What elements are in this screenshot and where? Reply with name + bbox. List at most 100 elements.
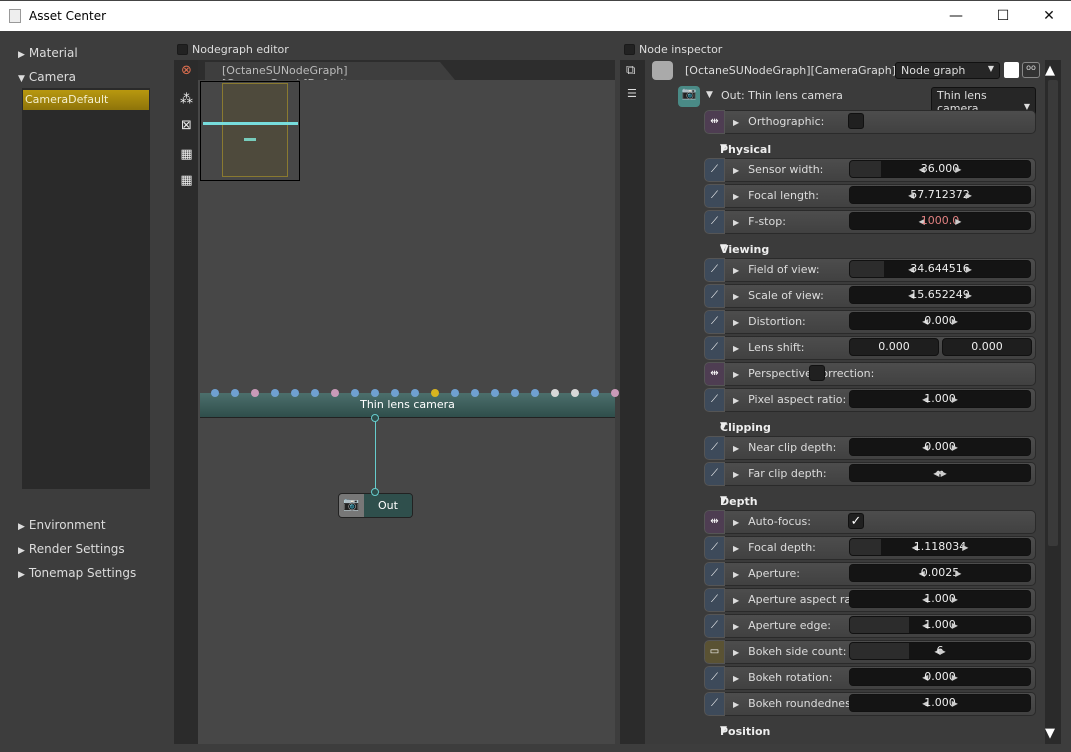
expand-arrow-icon[interactable]: ▶ [733, 166, 739, 175]
node-input-pin[interactable] [611, 389, 619, 397]
pair-type-icon[interactable]: ⟋ [704, 336, 725, 360]
increment-arrow-icon[interactable]: ▶ [962, 543, 968, 552]
view-options-icon[interactable]: oo [1022, 62, 1040, 78]
float-type-icon[interactable]: ⟋ [704, 666, 725, 690]
node-input-pin[interactable] [411, 389, 419, 397]
node-input-pin[interactable] [391, 389, 399, 397]
float-type-icon[interactable]: ⟋ [704, 158, 725, 182]
bool-type-icon[interactable]: ⇹ [704, 110, 725, 134]
scroll-down-icon[interactable]: ▼ [1045, 726, 1055, 741]
list-item-camera-default[interactable]: CameraDefault [23, 90, 149, 110]
graph-type-dropdown[interactable]: Node graph ▼ [895, 62, 1000, 79]
section-position[interactable]: ▼ Position [704, 717, 1036, 739]
section-clipping[interactable]: ▼ Clipping [704, 413, 1036, 435]
scrollbar-thumb[interactable] [1048, 80, 1058, 546]
expand-arrow-icon[interactable]: ▶ [733, 570, 739, 579]
slider-field[interactable]: ◀1.000▶ [849, 694, 1031, 712]
node-input-pin[interactable] [591, 389, 599, 397]
float-type-icon[interactable]: ⟋ [704, 184, 725, 208]
slider-field[interactable]: ◀0.000▶ [849, 438, 1031, 456]
windows-icon[interactable]: ⧉ [626, 63, 635, 78]
expand-arrow-icon[interactable]: ▶ [733, 266, 739, 275]
checkbox[interactable]: ✓ [848, 513, 864, 529]
tree-item-material[interactable]: ▶ Material [18, 46, 78, 60]
nodegraph-toggle-checkbox[interactable] [177, 44, 188, 55]
out-node[interactable]: 📷 Out [338, 493, 413, 518]
increment-arrow-icon[interactable]: ▶ [952, 595, 958, 604]
expand-arrow-icon[interactable]: ▶ [733, 118, 739, 127]
float-type-icon[interactable]: ⟋ [704, 462, 725, 486]
minimap[interactable] [200, 81, 300, 181]
inspector-toggle-checkbox[interactable] [624, 44, 635, 55]
section-viewing-angle[interactable]: ▼ Viewing angle [704, 235, 1036, 269]
increment-arrow-icon[interactable]: ▶ [966, 291, 972, 300]
slider-field[interactable]: ◀1.000▶ [849, 590, 1031, 608]
expand-arrow-icon[interactable]: ▶ [733, 444, 739, 453]
increment-arrow-icon[interactable]: ▶ [952, 395, 958, 404]
slider-field[interactable]: ◀∞▶ [849, 464, 1031, 482]
increment-arrow-icon[interactable]: ▶ [955, 165, 961, 174]
expand-arrow-icon[interactable]: ▶ [733, 396, 739, 405]
increment-arrow-icon[interactable]: ▶ [952, 443, 958, 452]
section-depth-of-field[interactable]: ▼ Depth of field [704, 487, 1036, 534]
float-type-icon[interactable]: ⟋ [704, 588, 725, 612]
increment-arrow-icon[interactable]: ▶ [941, 469, 947, 478]
float-type-icon[interactable]: ⟋ [704, 284, 725, 308]
float-type-icon[interactable]: ⟋ [704, 562, 725, 586]
slider-field[interactable]: ◀15.652249▶ [849, 286, 1031, 304]
node-input-pin[interactable] [571, 389, 579, 397]
expand-arrow-icon[interactable]: ▶ [733, 370, 739, 379]
snap-grid-icon[interactable]: ▦ [178, 147, 195, 164]
expand-arrow-icon[interactable]: ▶ [733, 700, 739, 709]
nodegraph-tab[interactable]: [OctaneSUNodeGraph][CameraGraph]Default [205, 62, 455, 80]
expand-arrow-icon[interactable]: ▶ [733, 674, 739, 683]
increment-arrow-icon[interactable]: ▶ [966, 191, 972, 200]
minimap-viewport[interactable] [222, 83, 288, 177]
bool-type-icon[interactable]: ⇹ [704, 362, 725, 386]
recenter-icon[interactable]: ⊗ [178, 63, 195, 80]
float-type-icon[interactable]: ⟋ [704, 210, 725, 234]
increment-arrow-icon[interactable]: ▶ [955, 217, 961, 226]
collapse-arrow-icon[interactable]: ▼ [706, 90, 713, 100]
slider-field[interactable]: ◀1000.0▶ [849, 212, 1031, 230]
output-pin[interactable] [371, 414, 379, 422]
tree-item-tonemap-settings[interactable]: ▶ Tonemap Settings [18, 566, 136, 580]
section-physical-camera-parameters[interactable]: ▼ Physical Camera parameters [704, 135, 1036, 182]
expand-arrow-icon[interactable]: ▶ [733, 470, 739, 479]
expand-arrow-icon[interactable]: ▶ [733, 344, 739, 353]
float-type-icon[interactable]: ⟋ [704, 692, 725, 716]
increment-arrow-icon[interactable]: ▶ [940, 647, 946, 656]
slider-field[interactable]: ◀57.712372▶ [849, 186, 1031, 204]
maximize-button[interactable]: ☐ [988, 6, 1018, 26]
increment-arrow-icon[interactable]: ▶ [966, 265, 972, 274]
input-pin[interactable] [371, 488, 379, 496]
slider-field[interactable]: ◀36.000▶ [849, 160, 1031, 178]
node-input-pin[interactable] [251, 389, 259, 397]
increment-arrow-icon[interactable]: ▶ [952, 317, 958, 326]
float-type-icon[interactable]: ⟋ [704, 310, 725, 334]
node-input-pin[interactable] [371, 389, 379, 397]
increment-arrow-icon[interactable]: ▶ [955, 569, 961, 578]
float-type-icon[interactable]: ⟋ [704, 614, 725, 638]
increment-arrow-icon[interactable]: ▶ [952, 699, 958, 708]
expand-arrow-icon[interactable]: ▶ [733, 544, 739, 553]
close-button[interactable]: ✕ [1034, 6, 1064, 26]
int-type-icon[interactable]: ▭ [704, 640, 725, 664]
collapse-all-icon[interactable]: ☰ [627, 87, 637, 100]
node-input-pin[interactable] [291, 389, 299, 397]
float-type-icon[interactable]: ⟋ [704, 536, 725, 560]
slider-field[interactable]: ◀6▶ [849, 642, 1031, 660]
slider-field[interactable]: ◀1.000▶ [849, 616, 1031, 634]
slider-field[interactable]: ◀0.000▶ [849, 312, 1031, 330]
value-field-x[interactable]: 0.000 [849, 338, 939, 356]
node-input-pin[interactable] [311, 389, 319, 397]
tree-item-environment[interactable]: ▶ Environment [18, 518, 106, 532]
graph-color-swatch[interactable] [652, 61, 673, 80]
node-input-pin[interactable] [491, 389, 499, 397]
float-type-icon[interactable]: ⟋ [704, 258, 725, 282]
bool-type-icon[interactable]: ⇹ [704, 510, 725, 534]
slider-field[interactable]: ◀0.000▶ [849, 668, 1031, 686]
node-input-pin[interactable] [231, 389, 239, 397]
expand-arrow-icon[interactable]: ▶ [733, 292, 739, 301]
expand-arrow-icon[interactable]: ▶ [733, 648, 739, 657]
